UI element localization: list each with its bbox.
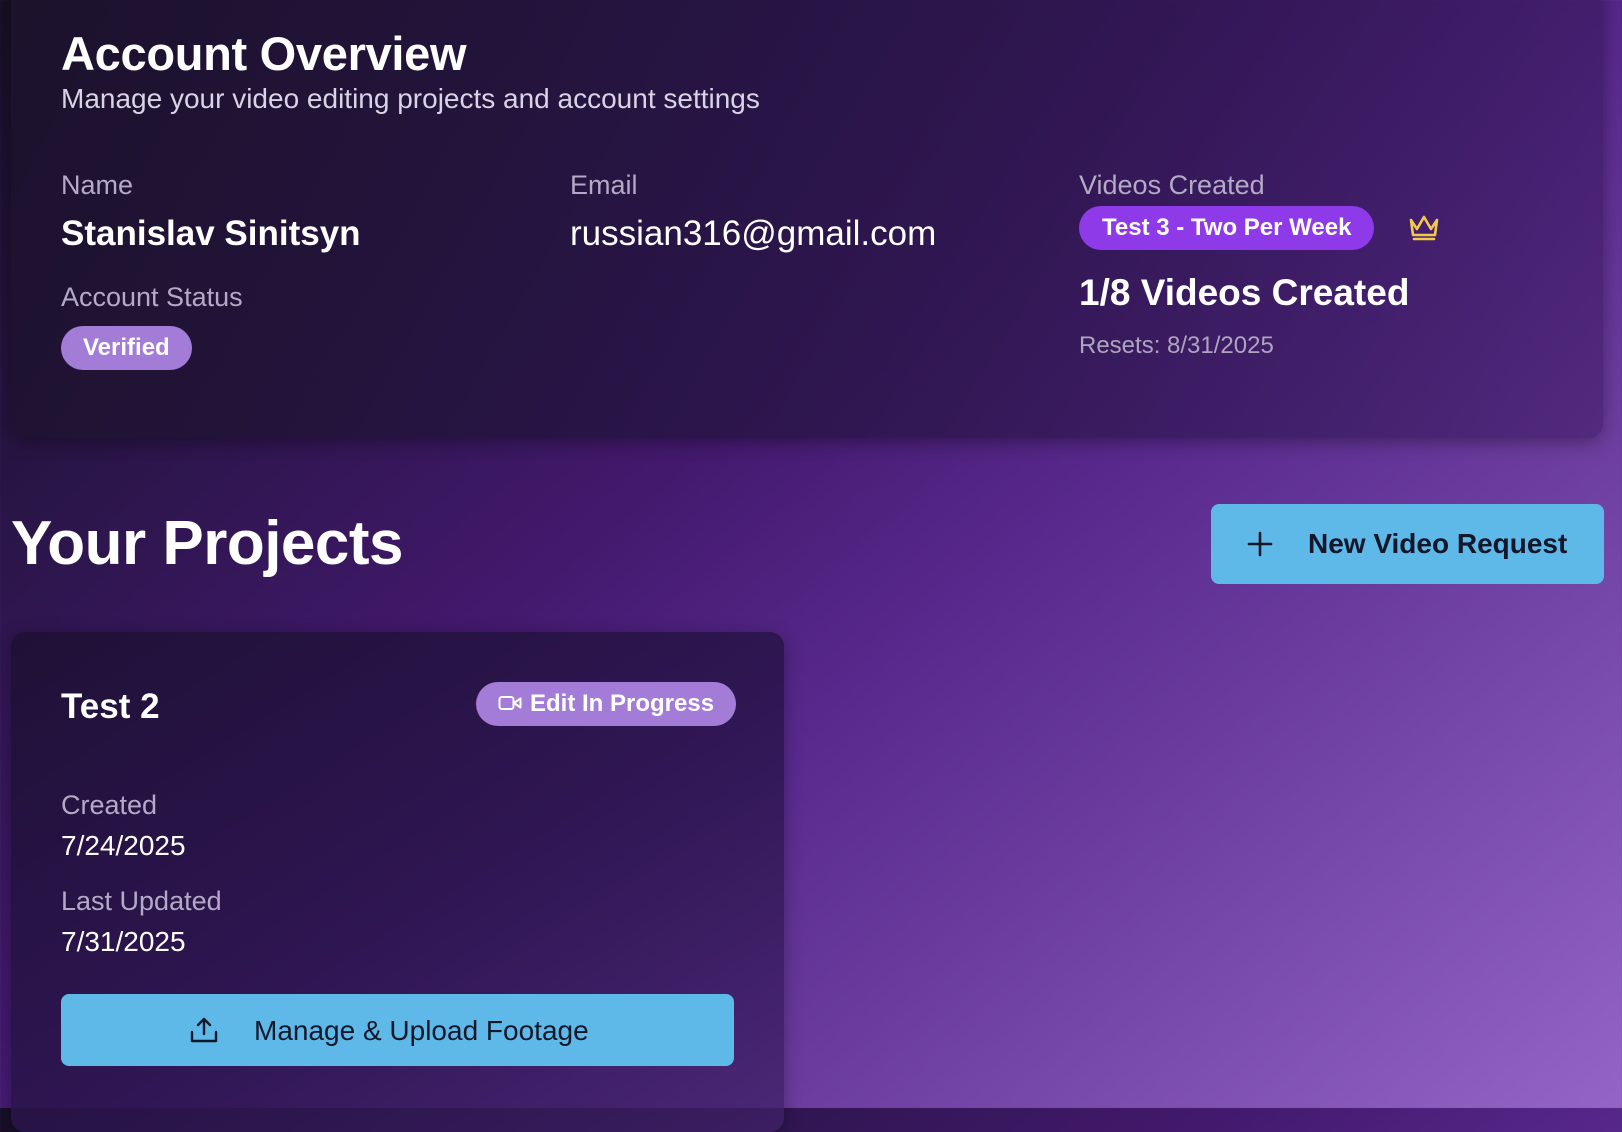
last-updated-date: 7/31/2025 bbox=[61, 926, 186, 957]
projects-title: Your Projects bbox=[11, 509, 404, 578]
quota-reset-date: Resets: 8/31/2025 bbox=[1079, 332, 1274, 359]
account-overview-card: Account Overview Manage your video editi… bbox=[11, 0, 1603, 438]
crown-icon bbox=[1409, 215, 1439, 241]
last-updated-label: Last Updated bbox=[61, 886, 222, 916]
new-video-request-label: New Video Request bbox=[1308, 528, 1568, 559]
email-label: Email bbox=[570, 170, 638, 200]
manage-upload-footage-label: Manage & Upload Footage bbox=[254, 1015, 589, 1046]
project-name: Test 2 bbox=[61, 687, 160, 726]
upload-icon bbox=[190, 1017, 218, 1043]
manage-upload-footage-button[interactable]: Manage & Upload Footage bbox=[61, 994, 734, 1066]
plan-badge: Test 3 - Two Per Week bbox=[1079, 206, 1375, 250]
created-date: 7/24/2025 bbox=[61, 830, 186, 861]
videos-created-count: 1/8 Videos Created bbox=[1079, 272, 1410, 313]
video-camera-icon bbox=[498, 695, 522, 710]
account-status-label: Account Status bbox=[61, 282, 243, 312]
videos-created-label: Videos Created bbox=[1079, 170, 1265, 200]
verified-badge: Verified bbox=[61, 326, 192, 370]
name-value: Stanislav Sinitsyn bbox=[61, 214, 361, 253]
project-card: Test 2 Edit In Progress Created 7/24/202… bbox=[11, 632, 784, 1132]
created-label: Created bbox=[61, 790, 158, 820]
account-overview-subtitle: Manage your video editing projects and a… bbox=[61, 83, 760, 114]
project-status-badge: Edit In Progress bbox=[476, 682, 737, 726]
name-label: Name bbox=[61, 170, 134, 200]
new-video-request-button[interactable]: New Video Request bbox=[1211, 504, 1604, 584]
project-status-label: Edit In Progress bbox=[530, 690, 715, 717]
account-overview-title: Account Overview bbox=[61, 27, 467, 80]
plus-icon bbox=[1247, 531, 1273, 557]
email-value: russian316@gmail.com bbox=[570, 214, 937, 253]
